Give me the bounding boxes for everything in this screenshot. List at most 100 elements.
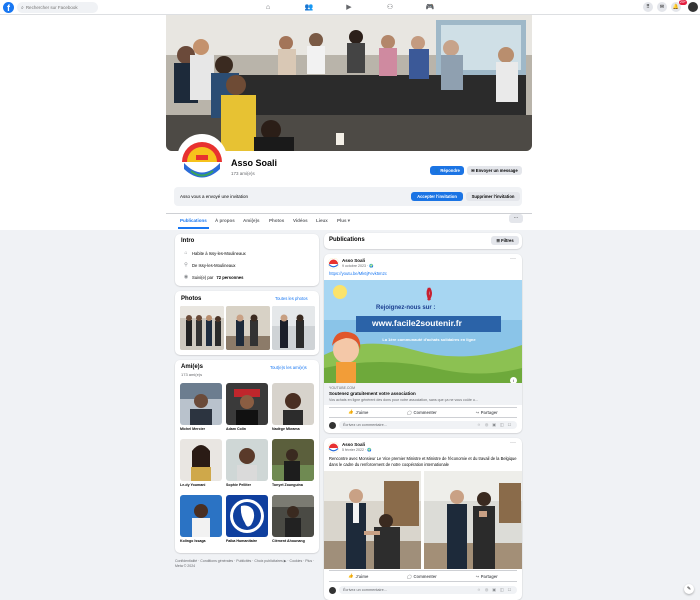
see-all-photos-link[interactable]: Toutes les photos <box>275 296 308 301</box>
messenger-icon[interactable]: ✉ <box>657 2 667 12</box>
link-preview-info[interactable]: YOUTUBE.COM Soutenez gratuitement votre … <box>324 383 522 405</box>
divider <box>329 417 517 418</box>
post-date[interactable]: 9 octobre 2023 · 🌍 <box>342 264 374 268</box>
tab-videos[interactable]: Vidéos <box>293 218 308 223</box>
reply-button[interactable]: 👤 Répondre <box>430 166 464 175</box>
comment-button[interactable]: ◯ Commenter <box>407 409 437 415</box>
tab-friends[interactable]: Ami(e)s <box>243 218 260 223</box>
friends-title: Ami(e)s <box>181 364 204 370</box>
location-pin-icon: ⚲ <box>184 262 188 268</box>
friend-item[interactable]: Nadège Mkrama <box>272 383 314 431</box>
friend-name: Clément Ahounang <box>272 539 305 543</box>
user-avatar <box>329 422 336 429</box>
link-preview-image[interactable]: Rejoignez-nous sur : www.facile2soutenir… <box>324 280 522 383</box>
friend-name: Le-dy Youmani <box>180 483 206 487</box>
post-author-avatar[interactable] <box>328 258 339 269</box>
profile-logo-image <box>179 136 225 182</box>
tab-publications[interactable]: Publications <box>180 218 207 223</box>
friend-photo <box>180 439 222 481</box>
post-date[interactable]: 5 février 2022 · 🌍 <box>342 448 372 452</box>
see-all-friends-link[interactable]: Tout(e)s les ami(e)s <box>270 365 307 370</box>
delete-invitation-button[interactable]: Supprimer l'invitation <box>466 192 520 201</box>
send-message-button[interactable]: ✉ Envoyer un message <box>467 166 522 175</box>
divider <box>329 570 517 571</box>
like-button[interactable]: 👍 J'aime <box>348 409 368 415</box>
user-avatar <box>329 587 336 594</box>
more-options-button[interactable]: ··· <box>509 214 523 223</box>
friend-name: Faiba Humanitaire <box>226 539 258 543</box>
friend-item[interactable]: Tonyet Zounguina <box>272 439 314 487</box>
watch-icon[interactable]: ▶ <box>344 3 354 12</box>
filters-icon: ☰ <box>496 238 501 243</box>
facebook-logo[interactable]: f <box>3 2 14 13</box>
post-author[interactable]: Asso Soali <box>342 442 365 447</box>
account-avatar[interactable] <box>688 2 698 12</box>
post-text: Rencontre avec Monsieur Le Vice premier … <box>329 456 517 467</box>
post-options-icon[interactable]: ··· <box>510 440 516 446</box>
friend-item[interactable]: Sophie Pelliter <box>226 439 268 487</box>
friends-card: Ami(e)s 173 ami(e)s Tout(e)s les ami(e)s… <box>175 360 319 553</box>
cover-photo[interactable] <box>166 15 532 151</box>
page-title: Asso Soali <box>231 158 278 168</box>
photo-image <box>272 306 315 350</box>
friend-item[interactable]: Adam Colin <box>226 383 268 431</box>
tab-more[interactable]: Plus ▾ <box>337 218 350 224</box>
photos-card: Photos Toutes les photos <box>175 291 319 355</box>
notification-badge: 20+ <box>679 0 687 5</box>
comment-tools-icons[interactable]: ☺ ◎ ▣ ◫ ☐ <box>477 587 513 592</box>
friend-item[interactable]: Clément Ahounang <box>272 495 314 543</box>
friend-photo <box>226 383 268 425</box>
post-photos[interactable] <box>324 471 522 569</box>
menu-grid-icon[interactable]: ⠿ <box>643 2 653 12</box>
comment-button[interactable]: ◯ Commenter <box>407 573 437 579</box>
friends-count: 173 ami(e)s <box>181 372 203 377</box>
friend-item[interactable]: Kolingo Issaga <box>180 495 222 543</box>
comment-tools-icons[interactable]: ☺ ◎ ▣ ◫ ☐ <box>477 422 513 427</box>
link-description: Vos achats en ligne génèrent des dons po… <box>329 398 478 402</box>
home-icon[interactable]: ⌂ <box>263 3 273 12</box>
like-icon: 👍 <box>348 573 354 578</box>
post-link[interactable]: https://youtu.be/Mk6jFevk5m2c <box>329 271 387 276</box>
photo-image <box>226 306 270 350</box>
divider <box>329 581 517 582</box>
tab-photos[interactable]: Photos <box>269 218 284 223</box>
accept-invitation-button[interactable]: Accepter l'invitation <box>411 192 463 201</box>
tab-places[interactable]: Lieux <box>316 218 328 223</box>
search-icon: ⌕ <box>21 4 24 11</box>
friend-item[interactable]: Le-dy Youmani <box>180 439 222 487</box>
facile2soutenir-banner <box>324 280 522 383</box>
search-bar[interactable]: ⌕ <box>17 2 98 13</box>
share-button[interactable]: ↪ Partager <box>475 409 498 415</box>
groups-icon[interactable]: ⚇ <box>385 3 395 12</box>
comment-icon: ◯ <box>406 409 412 415</box>
post-author[interactable]: Asso Soali <box>342 258 365 263</box>
share-button[interactable]: ↪ Partager <box>475 573 498 579</box>
post-actions: 👍 J'aime ◯ Commenter ↪ Partager <box>329 409 517 415</box>
post-author-avatar[interactable] <box>328 442 339 453</box>
friend-name: Michel Mercier <box>180 427 205 431</box>
friend-photo <box>272 495 314 537</box>
profile-tabs: Publications À propos Ami(e)s Photos Vid… <box>166 213 532 229</box>
footer-links[interactable]: Confidentialité · Conditions générales ·… <box>175 559 320 569</box>
friend-item[interactable]: Michel Mercier <box>180 383 222 431</box>
photo-thumbnail[interactable] <box>180 306 224 350</box>
friend-item[interactable]: Faiba Humanitaire <box>226 495 268 543</box>
friends-icon[interactable]: 👥 <box>304 3 314 12</box>
search-input[interactable] <box>25 5 96 10</box>
filters-button[interactable]: ☰ Filtres <box>491 236 519 245</box>
active-tab-indicator <box>178 227 209 229</box>
messenger-icon: ✉ <box>471 168 475 173</box>
friend-name: Tonyet Zounguina <box>272 483 303 487</box>
new-message-icon[interactable]: ✎ <box>684 584 694 594</box>
post-options-icon[interactable]: ··· <box>510 256 516 262</box>
invitation-banner: Asso vous a envoyé une invitation Accept… <box>174 187 522 206</box>
photo-thumbnail[interactable] <box>226 306 270 350</box>
intro-from: ⚲ De Issy-les-Moulineaux <box>184 262 236 268</box>
like-button[interactable]: 👍 J'aime <box>348 573 368 579</box>
photo-thumbnail[interactable] <box>272 306 315 350</box>
gaming-icon[interactable]: 🎮 <box>425 3 435 12</box>
page-friend-count[interactable]: 173 ami(e)s <box>231 171 255 176</box>
profile-picture[interactable] <box>177 134 227 184</box>
publications-header: Publications ☰ Filtres <box>324 233 522 249</box>
tab-about[interactable]: À propos <box>215 218 235 223</box>
